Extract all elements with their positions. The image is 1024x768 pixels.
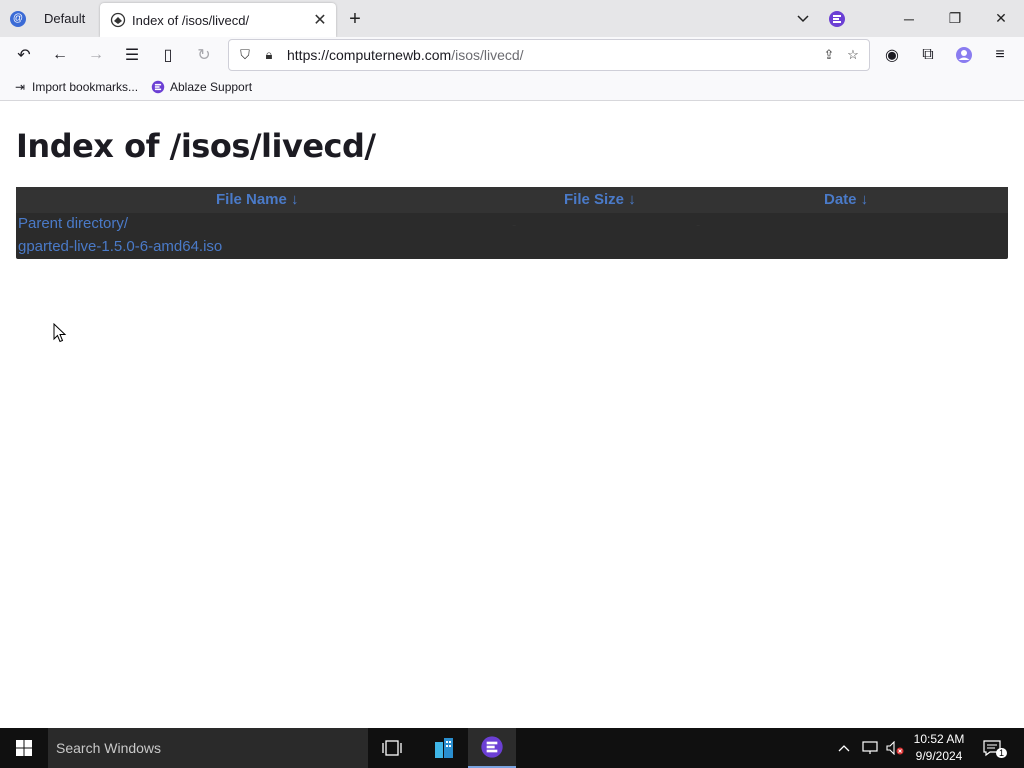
- menu-hamburger-icon[interactable]: ≡: [986, 41, 1014, 69]
- file-size-cell: -: [512, 217, 517, 232]
- bookmarks-toolbar: ⇥ Import bookmarks... Ablaze Support: [0, 73, 1024, 101]
- shield-icon[interactable]: ⛉: [233, 43, 257, 67]
- url-bar[interactable]: ⛉ 🔒︎ https://computernewb.com/isos/livec…: [228, 39, 870, 71]
- profile-avatar-icon[interactable]: [950, 41, 978, 69]
- site-favicon-icon: [110, 12, 126, 28]
- windows-logo-icon: [16, 740, 32, 756]
- ablaze-icon: [150, 79, 166, 95]
- taskbar: Search Windows 10:52 AM 9/9/2024 1: [0, 728, 1024, 768]
- start-button[interactable]: [0, 728, 48, 768]
- import-icon: ⇥: [14, 80, 26, 94]
- taskbar-ablaze-browser-icon[interactable]: [468, 728, 516, 768]
- list-tabs-chevron-down-icon[interactable]: [792, 8, 814, 30]
- network-icon[interactable]: [862, 728, 878, 768]
- bookmark-ablaze-support[interactable]: Ablaze Support: [150, 77, 252, 97]
- volume-muted-icon[interactable]: [886, 728, 904, 768]
- file-date-cell: -: [696, 217, 701, 232]
- file-link[interactable]: gparted-live-1.5.0-6-amd64.iso: [18, 238, 222, 255]
- new-tab-button[interactable]: +: [344, 8, 366, 30]
- clock-date: 9/9/2024: [915, 749, 963, 763]
- profile-icon: @: [10, 10, 26, 27]
- lock-icon[interactable]: 🔒︎: [257, 43, 281, 67]
- notification-count-badge: 1: [996, 748, 1008, 758]
- table-row: gparted-live-1.5.0-6-amd64.iso: [16, 236, 1008, 259]
- navigation-toolbar: ↶ ← → ☰ ▯ ↻ ⛉ 🔒︎ https://computernewb.co…: [0, 37, 1024, 73]
- active-tab[interactable]: Index of /isos/livecd/ ✕: [100, 3, 336, 37]
- reload-button[interactable]: ↻: [190, 41, 218, 69]
- restore-button[interactable]: ❐: [932, 0, 978, 37]
- system-clock[interactable]: 10:52 AM 9/9/2024: [908, 731, 970, 765]
- account-icon[interactable]: ◉: [878, 41, 906, 69]
- sidebar-icon[interactable]: ▯: [154, 41, 182, 69]
- file-link[interactable]: Parent directory/: [18, 215, 128, 232]
- share-icon[interactable]: ⇪: [817, 43, 841, 67]
- minimize-button[interactable]: ─: [886, 0, 932, 37]
- bookmark-label: Import bookmarks...: [32, 80, 139, 94]
- undo-close-icon[interactable]: ↶: [10, 41, 38, 69]
- history-list-icon[interactable]: ☰: [118, 41, 146, 69]
- back-button[interactable]: ←: [46, 41, 74, 69]
- ablaze-extension-icon[interactable]: [826, 8, 848, 30]
- bookmark-star-icon[interactable]: ☆: [841, 43, 865, 67]
- column-header-file-size[interactable]: File Size ↓: [564, 191, 636, 208]
- bookmark-label: Ablaze Support: [170, 80, 253, 94]
- taskbar-app-buildings-icon[interactable]: [420, 728, 468, 768]
- profile-tab[interactable]: @ Default: [0, 0, 96, 37]
- taskbar-search-box[interactable]: Search Windows: [48, 728, 368, 768]
- close-tab-icon[interactable]: ✕: [310, 10, 330, 30]
- column-header-date[interactable]: Date ↓: [824, 191, 868, 208]
- table-header: File Name ↓ File Size ↓ Date ↓: [16, 187, 1008, 213]
- url-path: /isos/livecd/: [451, 47, 524, 63]
- mouse-pointer-icon: [53, 323, 67, 343]
- tab-title: Index of /isos/livecd/: [132, 12, 250, 28]
- task-view-icon[interactable]: [368, 728, 416, 768]
- file-listing-table: File Name ↓ File Size ↓ Date ↓ Parent di…: [16, 187, 1008, 259]
- profile-label: Default: [44, 11, 86, 26]
- tab-bar: @ Default Index of /isos/livecd/ ✕ + ─ ❐…: [0, 0, 1024, 37]
- table-row: Parent directory/ - -: [16, 213, 1008, 236]
- column-header-file-name[interactable]: File Name ↓: [216, 191, 299, 208]
- extensions-puzzle-icon[interactable]: ⧉: [914, 41, 942, 69]
- show-hidden-icons-chevron-up-icon[interactable]: [838, 728, 850, 768]
- page-title: Index of /isos/livecd/: [16, 127, 376, 165]
- url-text[interactable]: https://computernewb.com/isos/livecd/: [287, 47, 817, 63]
- search-placeholder: Search Windows: [56, 740, 162, 756]
- bookmark-import[interactable]: ⇥ Import bookmarks...: [12, 77, 138, 97]
- page-content: Index of /isos/livecd/ File Name ↓ File …: [0, 101, 1024, 728]
- notifications-icon[interactable]: 1: [982, 728, 1008, 768]
- url-host: https://computernewb.com: [287, 47, 452, 63]
- forward-button[interactable]: →: [82, 41, 110, 69]
- clock-time: 10:52 AM: [913, 732, 965, 746]
- close-window-button[interactable]: ✕: [978, 0, 1024, 37]
